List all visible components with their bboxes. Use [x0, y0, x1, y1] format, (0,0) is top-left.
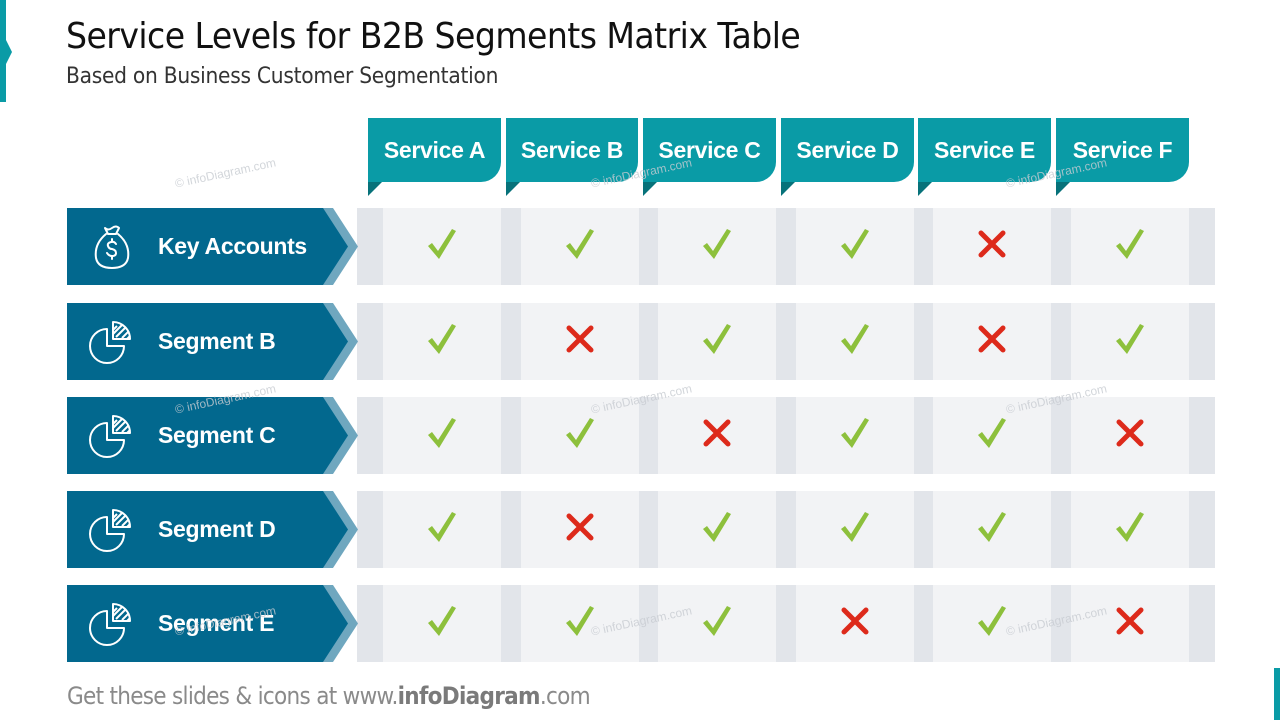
left-accent-bar: [0, 0, 12, 102]
matrix-cell: [658, 208, 776, 285]
check-icon: [835, 413, 875, 458]
check-icon: [835, 319, 875, 364]
matrix-cell: [1071, 303, 1189, 380]
cross-icon: [972, 319, 1012, 364]
right-accent-bar: [1274, 668, 1280, 720]
service-header-a: Service A: [368, 118, 501, 196]
segment-name: Segment B: [158, 328, 276, 354]
matrix-cell: [658, 303, 776, 380]
matrix-cell: [521, 303, 639, 380]
check-icon: [422, 507, 462, 552]
check-icon: [835, 224, 875, 269]
check-icon: [1110, 507, 1150, 552]
matrix-cell: [383, 303, 501, 380]
matrix-row: Key Accounts: [67, 208, 1215, 285]
matrix-cell: [796, 491, 914, 568]
check-icon: [422, 413, 462, 458]
cross-icon: [1110, 601, 1150, 646]
footer-prefix: Get these slides & icons at www.: [67, 682, 398, 710]
check-icon: [560, 413, 600, 458]
cross-icon: [560, 319, 600, 364]
slide-subtitle: Based on Business Customer Segmentation: [66, 64, 499, 89]
check-icon: [422, 319, 462, 364]
cross-icon: [697, 413, 737, 458]
matrix-cell: [796, 303, 914, 380]
pie-chart-icon: [87, 599, 137, 649]
cross-icon: [560, 507, 600, 552]
matrix-cell: [796, 397, 914, 474]
matrix-cell: [383, 397, 501, 474]
matrix-cell: [796, 585, 914, 662]
check-icon: [697, 319, 737, 364]
cross-icon: [1110, 413, 1150, 458]
footer-promo: Get these slides & icons at www.infoDiag…: [67, 682, 591, 710]
pie-chart-icon: [87, 317, 137, 367]
check-icon: [1110, 224, 1150, 269]
matrix-cell: [1071, 397, 1189, 474]
matrix-cell: [796, 208, 914, 285]
matrix-cell: [383, 491, 501, 568]
matrix-cell: [521, 491, 639, 568]
check-icon: [697, 601, 737, 646]
check-icon: [972, 413, 1012, 458]
pie-chart-icon: [87, 411, 137, 461]
check-icon: [422, 224, 462, 269]
matrix-row: Segment B: [67, 303, 1215, 380]
check-icon: [835, 507, 875, 552]
check-icon: [972, 507, 1012, 552]
cross-icon: [972, 224, 1012, 269]
slide-title: Service Levels for B2B Segments Matrix T…: [66, 16, 801, 57]
footer-suffix: .com: [539, 682, 591, 710]
matrix-cell: [933, 303, 1051, 380]
matrix-row: Segment D: [67, 491, 1215, 568]
segment-name: Segment D: [158, 516, 276, 542]
matrix-cell: [1071, 208, 1189, 285]
check-icon: [422, 601, 462, 646]
segment-label: Key Accounts: [67, 208, 358, 285]
segment-name: Key Accounts: [158, 233, 307, 259]
matrix-cell: [658, 585, 776, 662]
check-icon: [697, 224, 737, 269]
matrix-cell: [383, 585, 501, 662]
matrix-cell: [521, 208, 639, 285]
check-icon: [1110, 319, 1150, 364]
segment-label: Segment D: [67, 491, 358, 568]
matrix-cell: [383, 208, 501, 285]
matrix-cell: [933, 208, 1051, 285]
footer-brand: infoDiagram: [397, 682, 541, 710]
check-icon: [560, 224, 600, 269]
pie-chart-icon: [87, 505, 137, 555]
check-icon: [697, 507, 737, 552]
service-header-d: Service D: [781, 118, 914, 196]
segment-label: Segment B: [67, 303, 358, 380]
matrix-cell: [933, 491, 1051, 568]
matrix-cell: [1071, 585, 1189, 662]
cross-icon: [835, 601, 875, 646]
matrix-cell: [658, 397, 776, 474]
matrix-cell: [658, 491, 776, 568]
money-bag-icon: [87, 222, 137, 272]
matrix-cell: [1071, 491, 1189, 568]
